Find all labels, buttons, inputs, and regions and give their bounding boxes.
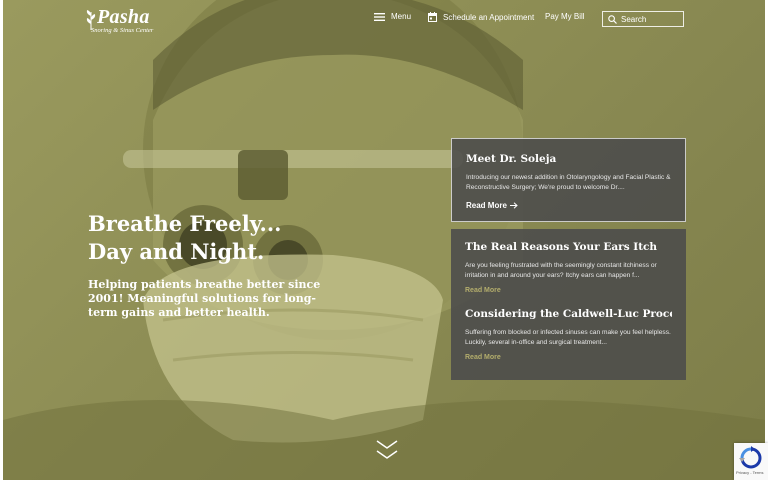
appointment-label: Schedule an Appointment [443,12,535,22]
featured-title: Meet Dr. Soleja [466,153,557,165]
scroll-down-chevron-icon[interactable] [376,440,398,460]
logo-name: Pasha [97,6,150,28]
article-read-more-link[interactable]: Read More [465,354,672,361]
recaptcha-badge[interactable]: Privacy - Terms [734,443,768,480]
article-item[interactable]: Considering the Caldwell-Luc Procedure..… [465,308,672,361]
featured-read-more-link[interactable]: Read More [466,201,671,210]
article-read-more-link[interactable]: Read More [465,287,672,294]
pay-label: Pay My Bill [545,12,585,21]
search-input[interactable]: Search [602,11,684,27]
article-title: The Real Reasons Your Ears Itch [465,241,658,253]
arrow-right-icon [509,202,518,209]
menu-button[interactable]: Menu [374,12,411,21]
featured-excerpt: Introducing our newest addition in Otola… [466,174,671,191]
pay-bill-link[interactable]: Pay My Bill [545,12,585,21]
articles-list: The Real Reasons Your Ears Itch Are you … [451,229,686,380]
hamburger-icon [374,12,385,21]
recaptcha-icon [739,446,762,469]
schedule-appointment-link[interactable]: Schedule an Appointment [428,12,534,22]
read-more-label: Read More [466,201,507,210]
recaptcha-links[interactable]: Privacy - Terms [736,470,763,475]
article-item[interactable]: The Real Reasons Your Ears Itch Are you … [465,241,672,294]
logo-tagline: Snoring & Sinus Center [91,27,154,34]
top-navigation: Pasha Snoring & Sinus Center Menu Schedu… [3,0,765,40]
menu-label: Menu [391,12,412,21]
hero-section: Pasha Snoring & Sinus Center Menu Schedu… [3,0,765,480]
hero-headline: Breathe Freely... Day and Night. [88,210,281,266]
hero-subtext: Helping patients breathe better since 20… [88,278,321,319]
featured-article-card[interactable]: Meet Dr. Soleja Introducing our newest a… [451,138,686,222]
headline-line-1: Breathe Freely... [88,211,282,236]
article-excerpt: Suffering from blocked or infected sinus… [465,329,671,346]
article-excerpt: Are you feeling frustrated with the seem… [465,262,657,279]
search-icon [608,14,617,24]
headline-line-2: Day and Night. [88,239,265,264]
calendar-icon [428,12,437,22]
search-placeholder: Search [621,14,647,24]
article-title: Considering the Caldwell-Luc Procedure..… [465,308,672,320]
